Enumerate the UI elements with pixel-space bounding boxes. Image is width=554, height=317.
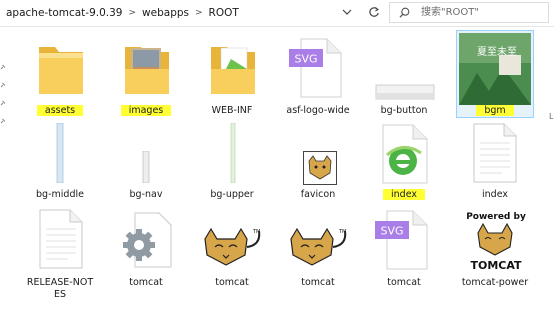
file-item-tomcat-power[interactable]: Powered by TOMCAT tomcat-power [456, 206, 534, 288]
file-name: favicon [300, 189, 336, 200]
svg-badge: SVG [294, 53, 317, 66]
search-placeholder: 搜索"ROOT" [421, 7, 479, 18]
refresh-icon[interactable] [368, 6, 380, 18]
file-name: tomcat [387, 277, 421, 288]
document-icon [473, 123, 517, 183]
breadcrumb-item-root[interactable]: ROOT [209, 3, 239, 23]
chevron-right-icon: > [128, 8, 137, 18]
powered-by-tomcat-icon: Powered by TOMCAT [466, 212, 526, 272]
folder-icon [39, 47, 83, 94]
file-name: bg-upper [210, 189, 254, 200]
address-bar: apache-tomcat-9.0.39 > webapps > ROOT 搜索"ROO… [0, 0, 554, 27]
image-thumbnail-icon [56, 123, 64, 183]
bgm-thumbnail-text: 夏至未至 [477, 46, 517, 58]
file-name: RELEASE-NOTES [26, 277, 94, 300]
pin-icon [0, 100, 6, 106]
powered-by-text: Powered by [466, 212, 526, 222]
file-item-assets[interactable]: assets [20, 32, 100, 120]
file-item-asf-logo-wide[interactable]: SVG asf-logo-wide [278, 32, 358, 120]
file-name: bg-button [380, 105, 428, 116]
file-name: tomcat [215, 277, 249, 288]
file-item-bg-nav[interactable]: bg-nav [106, 120, 186, 202]
file-item-index[interactable]: index [456, 120, 534, 202]
file-name: asf-logo-wide [286, 105, 350, 116]
html-file-icon [382, 124, 428, 184]
file-item-bgm[interactable]: 夏至未至 bgm [456, 30, 534, 118]
tomcat-logo-icon: TM [290, 227, 346, 266]
search-icon [399, 7, 410, 18]
svg-file-icon: SVG [289, 38, 342, 98]
search-box[interactable]: 搜索"ROOT" [389, 2, 549, 23]
file-item-tomcat-png[interactable]: TM tomcat [192, 206, 272, 288]
file-item-bg-middle[interactable]: bg-middle [20, 120, 100, 202]
scroll-edge-mark: L [549, 112, 554, 121]
file-item-bg-button[interactable]: bg-button [364, 32, 444, 120]
breadcrumb-item-tomcat[interactable]: apache-tomcat-9.0.39 [6, 3, 123, 23]
file-name: bgm [476, 105, 514, 116]
file-name: bg-nav [129, 189, 163, 200]
image-thumbnail-icon: 夏至未至 [459, 33, 531, 105]
tomcat-logo-icon: TM [204, 227, 260, 266]
trademark-mark: TM [338, 229, 346, 235]
image-thumbnail-icon [230, 123, 236, 183]
trademark-mark: TM [252, 229, 260, 235]
settings-file-icon [123, 212, 172, 268]
chevron-down-icon[interactable] [342, 7, 352, 17]
file-item-favicon[interactable]: favicon [278, 120, 358, 202]
tomcat-text: TOMCAT [470, 259, 522, 272]
file-item-images[interactable]: images [106, 32, 186, 120]
file-name: tomcat [301, 277, 335, 288]
file-name: tomcat [129, 277, 163, 288]
file-name: WEB-INF [211, 105, 253, 116]
breadcrumb-item-webapps[interactable]: webapps [142, 3, 189, 23]
file-name: tomcat-power [461, 277, 529, 288]
file-name: index [482, 189, 508, 200]
tomcat-favicon-icon [303, 151, 337, 185]
file-name: images [120, 105, 172, 116]
file-item-tomcat-gear[interactable]: tomcat [106, 206, 186, 288]
file-item-tomcat-gif[interactable]: TM tomcat [278, 206, 358, 288]
file-name: bg-middle [36, 189, 84, 200]
file-item-index-html[interactable]: index [364, 120, 444, 202]
svg-badge: SVG [380, 225, 403, 238]
photo-folder-icon [125, 47, 169, 94]
pin-icon [0, 64, 6, 70]
svg-file-icon: SVG [375, 210, 428, 270]
chevron-right-icon: > [195, 8, 203, 18]
document-icon [39, 209, 83, 269]
pin-icon [0, 82, 6, 88]
file-name: index [383, 189, 425, 200]
image-thumbnail-icon [375, 84, 435, 100]
pin-icon [0, 118, 6, 124]
file-name: assets [36, 105, 84, 116]
file-item-tomcat-svg[interactable]: SVG tomcat [364, 206, 444, 288]
file-item-release-notes[interactable]: RELEASE-NOTES [20, 206, 100, 306]
file-item-bg-upper[interactable]: bg-upper [192, 120, 272, 202]
document-folder-icon [211, 47, 255, 94]
breadcrumb[interactable]: apache-tomcat-9.0.39 > webapps > ROOT [6, 3, 361, 23]
image-thumbnail-icon [142, 151, 150, 183]
file-item-web-inf[interactable]: WEB-INF [192, 32, 272, 120]
